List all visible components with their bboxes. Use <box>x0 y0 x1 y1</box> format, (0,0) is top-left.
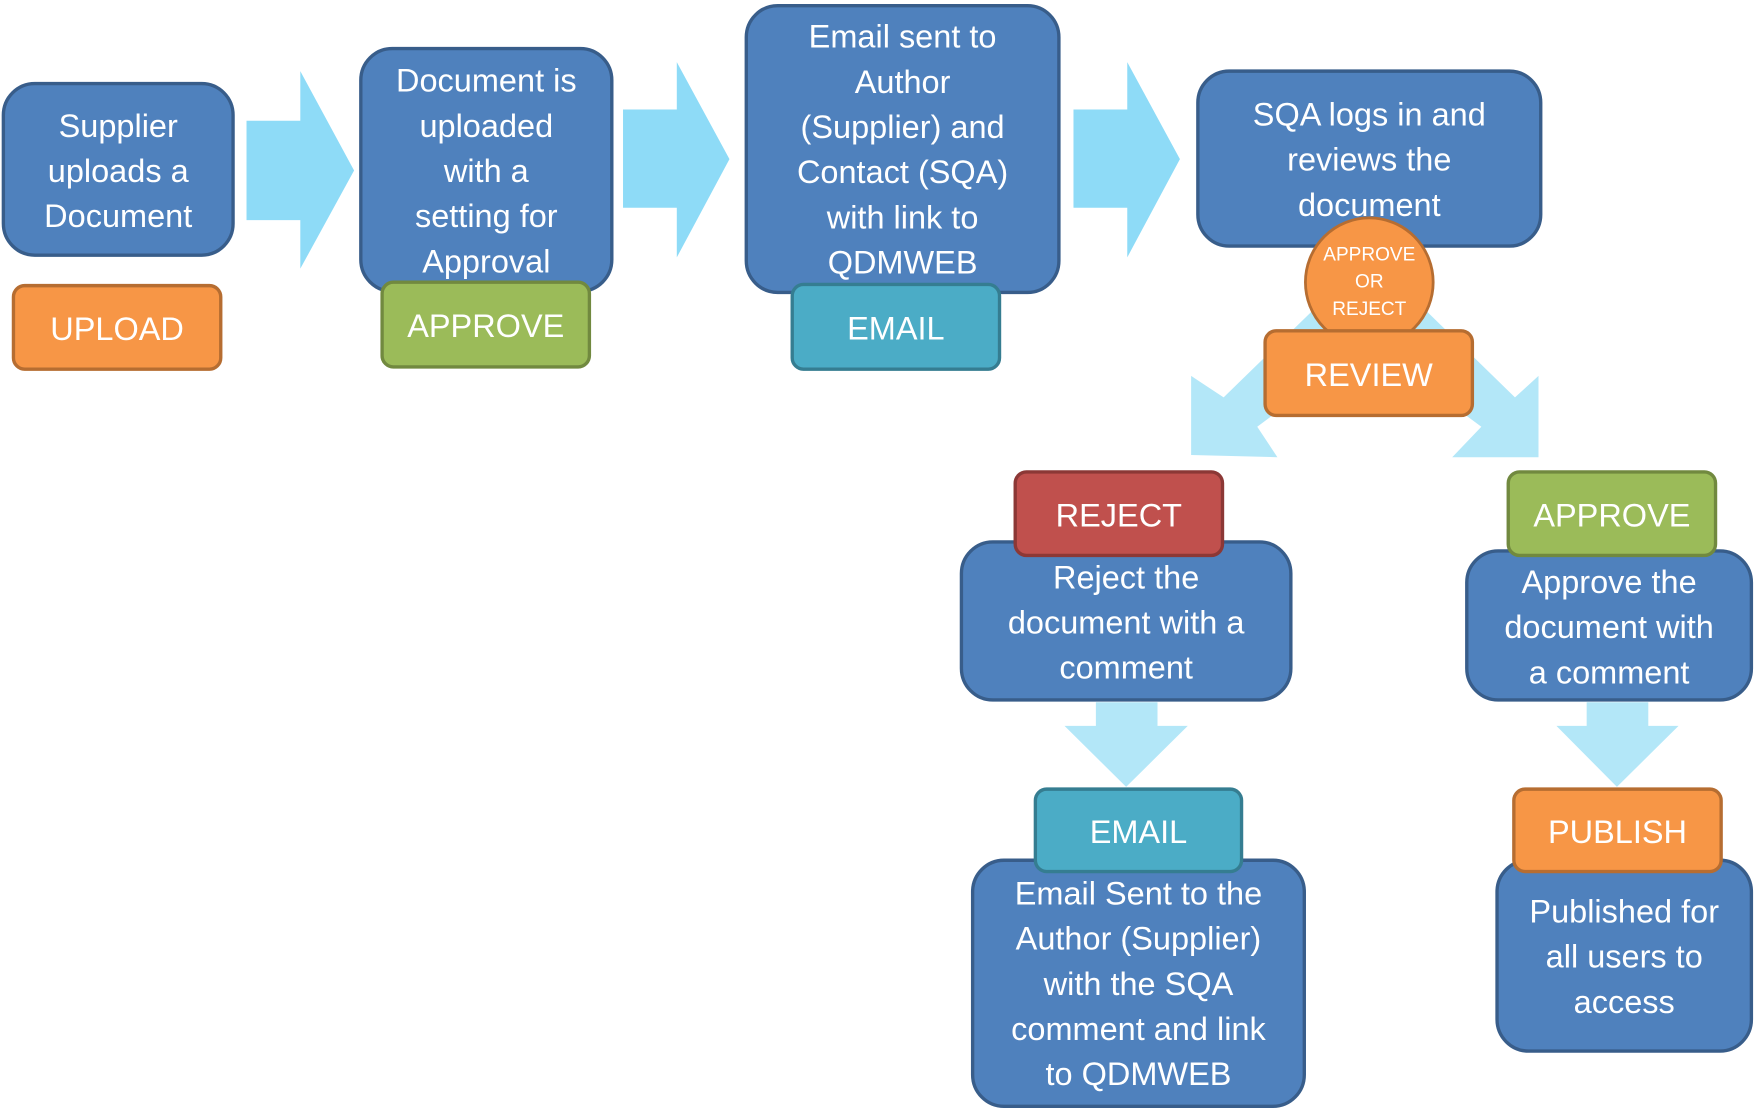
arrow-down-icon <box>1064 702 1188 787</box>
decision-approve-or-reject: APPROVE OR REJECT <box>1304 216 1435 348</box>
step-reject-email: Email Sent to the Author (Supplier) with t… <box>970 858 1306 1109</box>
decision-text: OR <box>1355 272 1384 293</box>
process-text: Contact (SQA) <box>797 153 1008 190</box>
process-text: Email Sent to the <box>1015 874 1262 911</box>
process-text: QDMWEB <box>828 243 978 280</box>
process-text: Document is <box>396 62 577 99</box>
step-email-notify: Email sent to Author (Supplier) and Contact… <box>744 3 1061 295</box>
tag-label: APPROVE <box>1533 496 1690 533</box>
step-approve: Approve the document with a comment <box>1465 549 1754 702</box>
process-text: setting for <box>415 197 558 234</box>
decision-text: REJECT <box>1332 299 1406 320</box>
process-text: Author <box>855 63 951 100</box>
process-text: reviews the <box>1287 141 1451 178</box>
tag-email: EMAIL <box>790 282 1002 371</box>
process-text: a comment <box>1529 653 1690 690</box>
tag-label: EMAIL <box>847 309 945 346</box>
decision-text: APPROVE <box>1323 245 1415 266</box>
process-text: Reject the <box>1053 558 1199 595</box>
tag-reject: REJECT <box>1013 470 1225 558</box>
process-text: SQA logs in and <box>1253 95 1486 132</box>
workflow-diagram: Supplier uploads a Document Document is uplo… <box>0 0 1757 1112</box>
process-text: document with <box>1504 608 1713 645</box>
process-text: Document <box>44 197 192 234</box>
tag-label: EMAIL <box>1090 813 1188 850</box>
step-approval-setting: Document is uploaded with a setting for Appr… <box>359 46 614 293</box>
step-publish: Published for all users to access <box>1495 858 1754 1053</box>
process-text: Author (Supplier) <box>1016 920 1262 957</box>
process-text: comment and link <box>1011 1010 1266 1047</box>
process-text: Approval <box>422 242 550 279</box>
tag-review: REVIEW <box>1263 329 1475 418</box>
tag-label: PUBLISH <box>1548 813 1687 850</box>
process-text: comment <box>1059 649 1193 686</box>
arrow-right-icon <box>246 71 355 269</box>
tag-approve: APPROVE <box>380 280 592 369</box>
tag-label: REJECT <box>1056 496 1182 533</box>
arrow-right-icon <box>623 62 730 258</box>
process-text: Supplier <box>59 107 178 144</box>
tag-approve: APPROVE <box>1506 470 1718 558</box>
process-text: document with a <box>1008 603 1245 640</box>
tag-upload: UPLOAD <box>11 283 223 371</box>
tag-publish: PUBLISH <box>1512 787 1723 874</box>
process-text: Email sent to <box>809 18 997 55</box>
arrow-right-icon <box>1073 62 1180 258</box>
process-text: with a <box>443 152 530 189</box>
process-text: access <box>1574 983 1675 1020</box>
step-upload: Supplier uploads a Document <box>1 81 235 257</box>
tag-label: REVIEW <box>1305 356 1433 393</box>
workflow-diagram-canvas: Supplier uploads a Document Document is uplo… <box>1 3 1754 1109</box>
tag-label: UPLOAD <box>50 310 184 347</box>
arrow-down-icon <box>1556 702 1679 787</box>
process-text: with link to <box>826 198 979 235</box>
process-text: uploaded <box>419 107 553 144</box>
process-text: with the SQA <box>1043 965 1234 1002</box>
process-text: to QDMWEB <box>1046 1055 1232 1092</box>
process-text: all users to <box>1546 938 1703 975</box>
tag-email: EMAIL <box>1033 787 1244 874</box>
process-text: (Supplier) and <box>801 108 1005 145</box>
process-text: Published for <box>1529 892 1719 929</box>
process-text: Approve the <box>1521 563 1696 600</box>
step-reject: Reject the document with a comment <box>959 540 1293 702</box>
process-text: uploads a <box>48 152 190 189</box>
tag-label: APPROVE <box>407 307 564 344</box>
